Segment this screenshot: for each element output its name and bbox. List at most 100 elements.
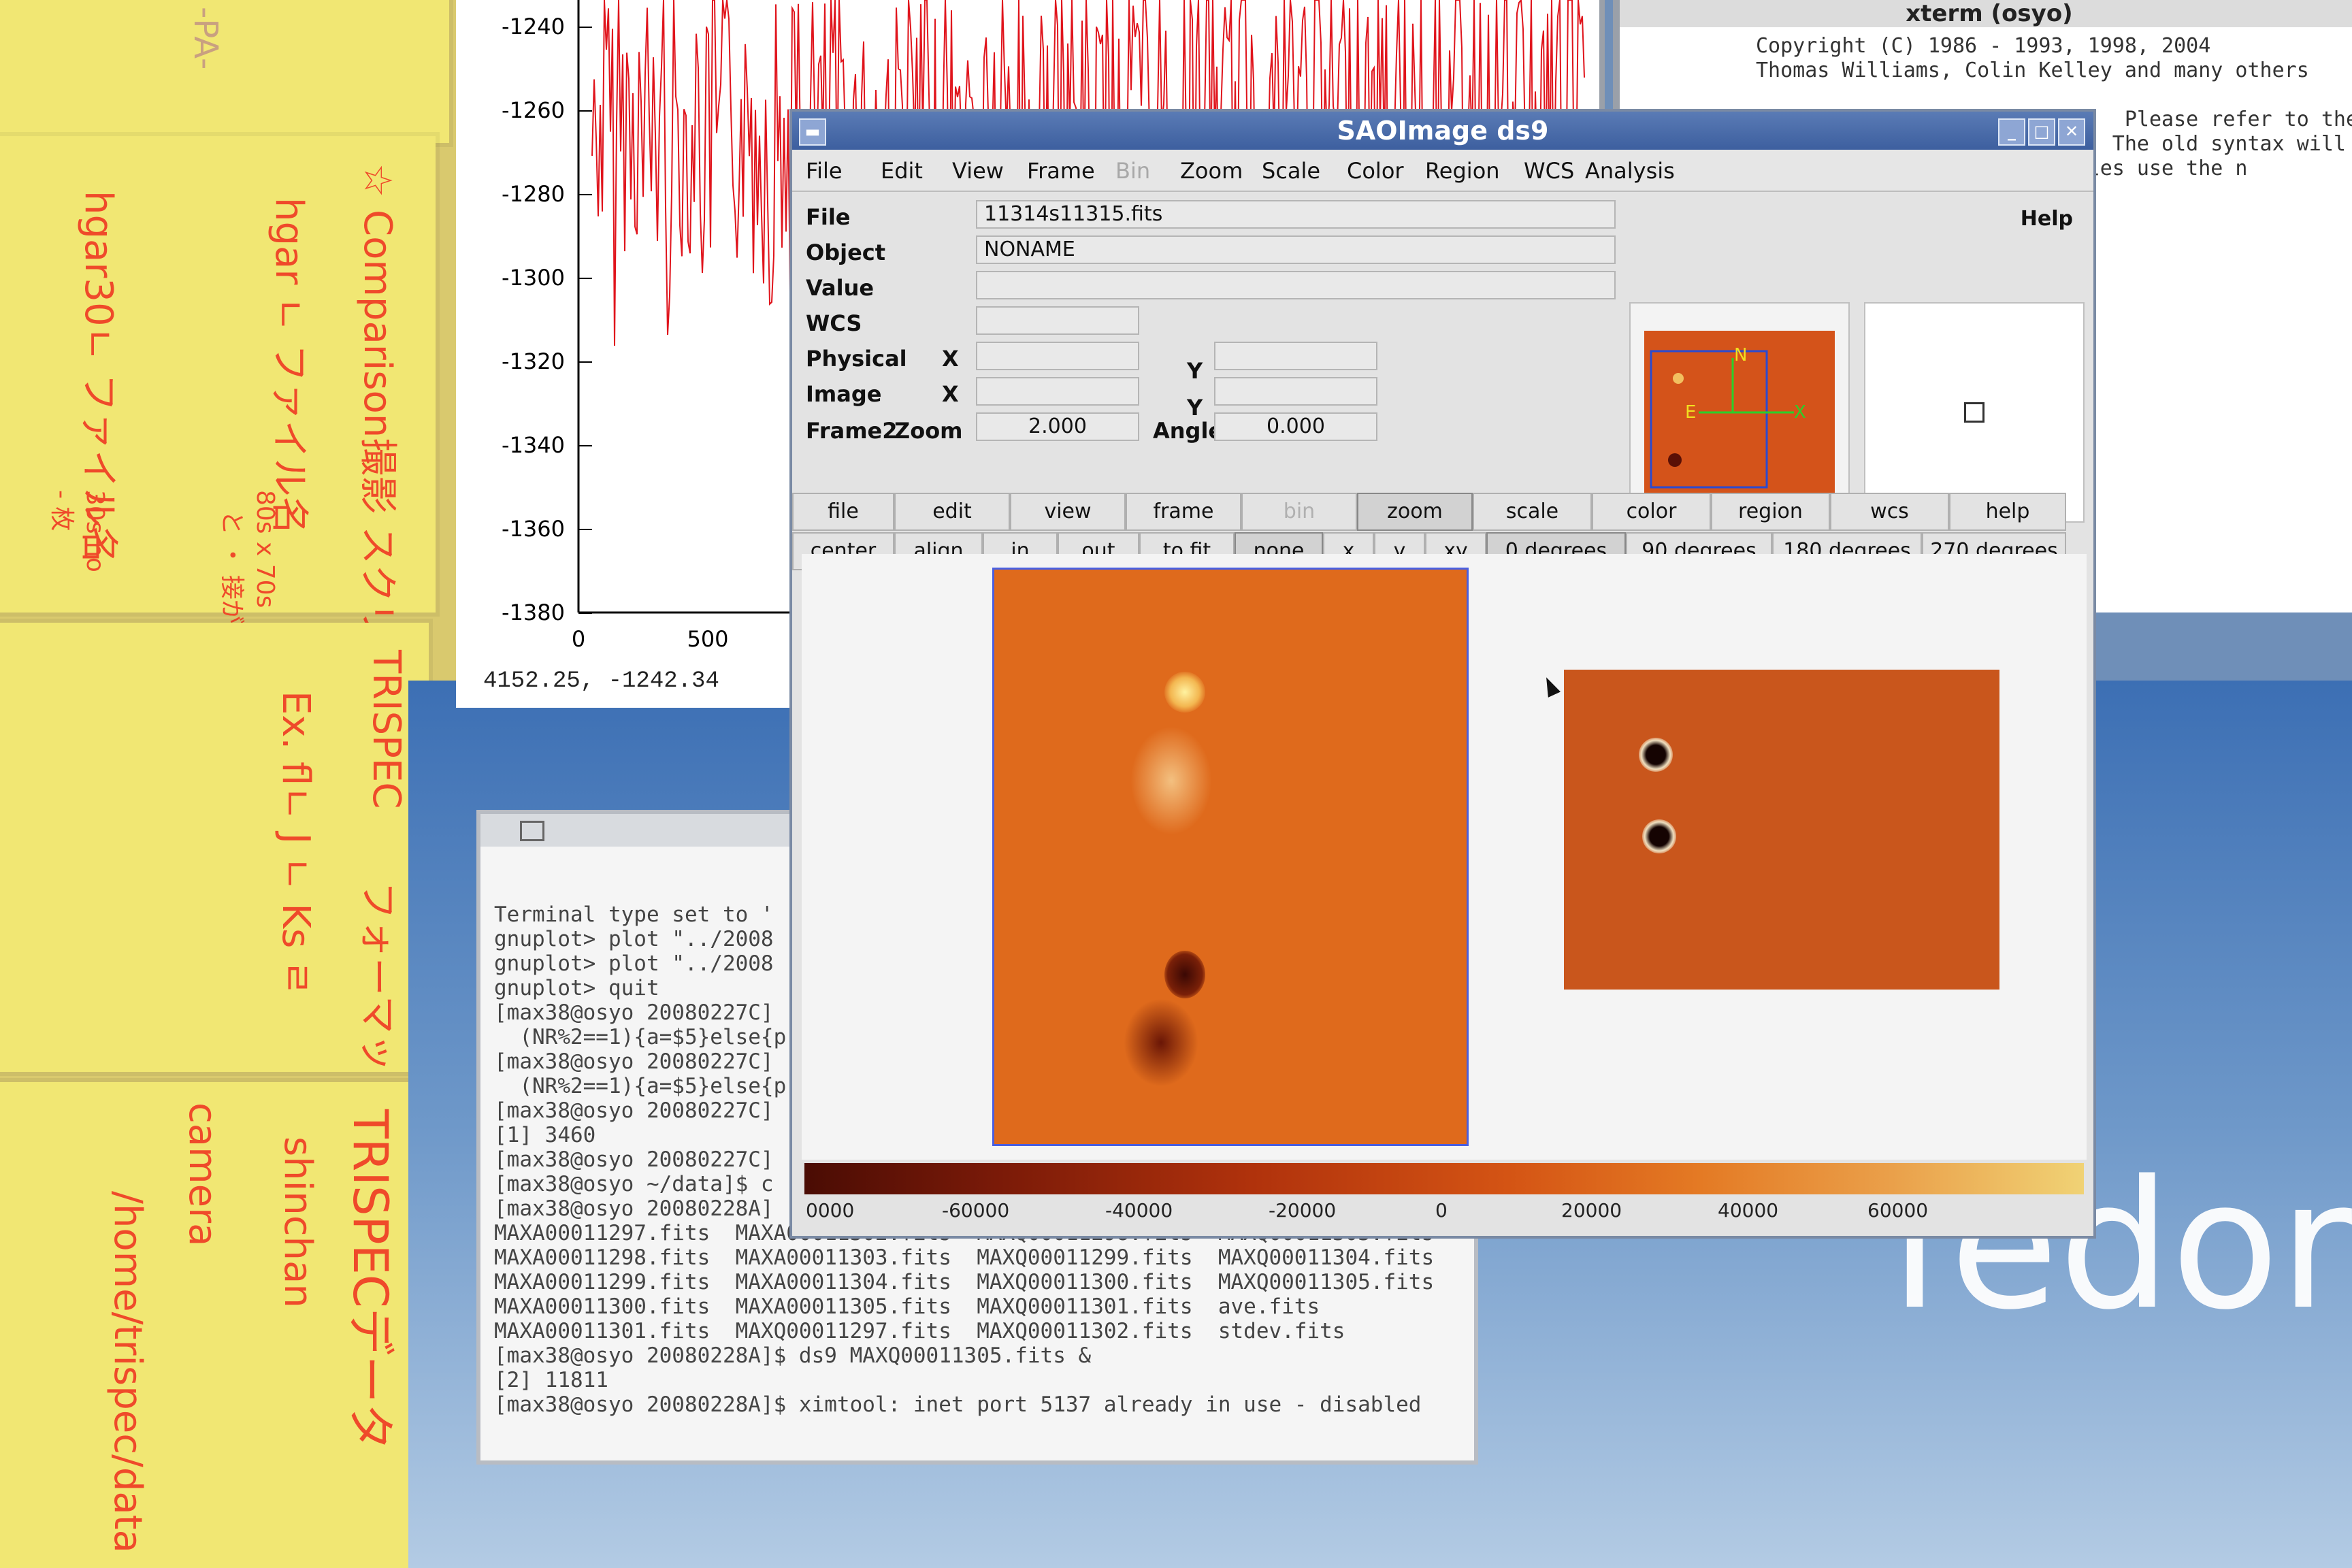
button-wcs[interactable]: wcs (1830, 493, 1949, 531)
dipole-source-1 (1639, 738, 1673, 772)
colorbar-tick: 0000 (806, 1199, 855, 1222)
panner-east-label: E (1685, 402, 1696, 423)
angle-field: 0.000 (1214, 412, 1377, 441)
magnifier (1864, 302, 2085, 523)
note-text: hgar ㄴ ファイル名 (267, 197, 311, 535)
colorbar-tick: 0 (1435, 1199, 1448, 1222)
button-zoom[interactable]: zoom (1357, 493, 1473, 531)
frame-label: Frame2 (806, 418, 898, 444)
physical-label: Physical (806, 346, 907, 372)
sticky-note-4: TRISPECデータ shinchan camera /home/trispec… (0, 1082, 422, 1568)
panner-x-label: X (1794, 402, 1806, 423)
colorbar-tick: 20000 (1561, 1199, 1622, 1222)
button-bin: bin (1241, 493, 1357, 531)
window-menu-icon[interactable]: ▬ (799, 118, 826, 146)
image-x-field (976, 377, 1139, 406)
sticky-notes: -PA- ☆ Comparison撮影 スクリプト hgar ㄴ ファイル名 h… (0, 0, 476, 1568)
image-display-area[interactable] (802, 554, 2087, 1160)
xterm-title: xterm (osyo) (1620, 0, 2352, 27)
sticky-note-1: -PA- (0, 0, 449, 143)
x-tick-label: 500 (687, 626, 728, 652)
button-view[interactable]: view (1010, 493, 1126, 531)
colorbar-tick: -60000 (942, 1199, 1010, 1222)
image-label: Image (806, 381, 882, 407)
wcs-field (976, 306, 1139, 335)
dipole-source-2 (1642, 819, 1676, 853)
colorbar-tick: 60000 (1867, 1199, 1929, 1222)
colorbar-tick: -40000 (1105, 1199, 1173, 1222)
bright-source-tail (1130, 726, 1212, 835)
image-y-label: Y (1187, 395, 1203, 421)
physical-y-field (1214, 342, 1377, 370)
menu-scale[interactable]: Scale (1262, 158, 1320, 184)
physical-x-label: X (942, 346, 959, 372)
menu-analysis[interactable]: Analysis (1585, 158, 1675, 184)
button-region[interactable]: region (1711, 493, 1830, 531)
dark-source-tail (1124, 998, 1198, 1087)
ds9-titlebar[interactable]: SAOImage ds9 ▬ _ □ ✕ (792, 112, 2093, 150)
angle-label: Angle (1153, 418, 1224, 444)
menu-file[interactable]: File (806, 158, 843, 184)
y-tick-label: -1260 (502, 97, 565, 123)
button-edit[interactable]: edit (894, 493, 1010, 531)
file-field: 11314s11315.fits (976, 200, 1616, 229)
object-label: Object (806, 240, 886, 265)
coordinate-readout: 4152.25, -1242.34 (483, 668, 719, 694)
minimize-icon[interactable]: _ (1998, 118, 2025, 146)
colorbar-tick: -20000 (1269, 1199, 1337, 1222)
image-x-label: X (942, 381, 959, 407)
note-text: TRISPEC (364, 650, 408, 809)
menu-region[interactable]: Region (1425, 158, 1500, 184)
note-text: 30s no (81, 490, 109, 572)
button-color[interactable]: color (1592, 493, 1711, 531)
button-scale[interactable]: scale (1473, 493, 1592, 531)
y-tick-label: -1380 (502, 600, 565, 625)
image-y-field (1214, 377, 1377, 406)
menu-view[interactable]: View (952, 158, 1004, 184)
close-icon[interactable]: ✕ (2058, 118, 2085, 146)
y-tick-label: -1300 (502, 265, 565, 291)
button-help[interactable]: help (1949, 493, 2066, 531)
x-tick-label: 0 (572, 626, 585, 652)
ds9-menubar: File Edit View Frame Bin Zoom Scale Colo… (792, 150, 2093, 192)
menu-frame[interactable]: Frame (1027, 158, 1095, 184)
ds9-window[interactable]: SAOImage ds9 ▬ _ □ ✕ File Edit View Fram… (789, 109, 2096, 1239)
menu-zoom[interactable]: Zoom (1180, 158, 1243, 184)
physical-x-field (976, 342, 1139, 370)
note-text: -PA- (186, 7, 225, 70)
object-field: NONAME (976, 235, 1616, 264)
menu-wcs[interactable]: WCS (1524, 158, 1574, 184)
value-label: Value (806, 275, 875, 301)
x-tick-labels: 0 500 (572, 626, 729, 652)
button-frame[interactable]: frame (1126, 493, 1241, 531)
bright-source (1164, 672, 1205, 713)
colorbar[interactable] (804, 1163, 2084, 1194)
note-text: shinchan (276, 1137, 320, 1308)
wcs-label: WCS (806, 310, 862, 336)
note-text: - 枚 (48, 490, 76, 532)
menu-edit[interactable]: Edit (881, 158, 923, 184)
button-file[interactable]: file (792, 493, 894, 531)
sticky-note-3: TRISPEC フォーマット: Ex. flㄴ J ㄴ Ks ㄹ (0, 623, 429, 1123)
colorbar-tick: 40000 (1718, 1199, 1779, 1222)
zoom-field: 2.000 (976, 412, 1139, 441)
y-tick-label: -1340 (502, 432, 565, 458)
panner-north-label: N (1734, 345, 1747, 365)
note-text: TRISPECデータ (342, 1109, 398, 1451)
frame2-image[interactable] (1564, 670, 1999, 990)
menu-color[interactable]: Color (1347, 158, 1404, 184)
panner[interactable]: N E X (1629, 302, 1850, 523)
menu-bin: Bin (1115, 158, 1151, 184)
buttonbar-main: file edit view frame bin zoom scale colo… (792, 493, 2093, 535)
y-tick-label: -1320 (502, 348, 565, 374)
y-tick-label: -1280 (502, 181, 565, 207)
note-text: /home/trispec/data (105, 1191, 150, 1553)
maximize-icon[interactable]: □ (2028, 118, 2055, 146)
magnifier-cursor-box (1964, 402, 1984, 423)
frame1-image[interactable] (992, 568, 1469, 1146)
window-menu-icon[interactable] (520, 821, 544, 841)
ds9-title: SAOImage ds9 (1337, 116, 1549, 146)
file-label: File (806, 204, 851, 230)
value-field (976, 271, 1616, 299)
help-menu[interactable]: Help (2021, 207, 2073, 231)
